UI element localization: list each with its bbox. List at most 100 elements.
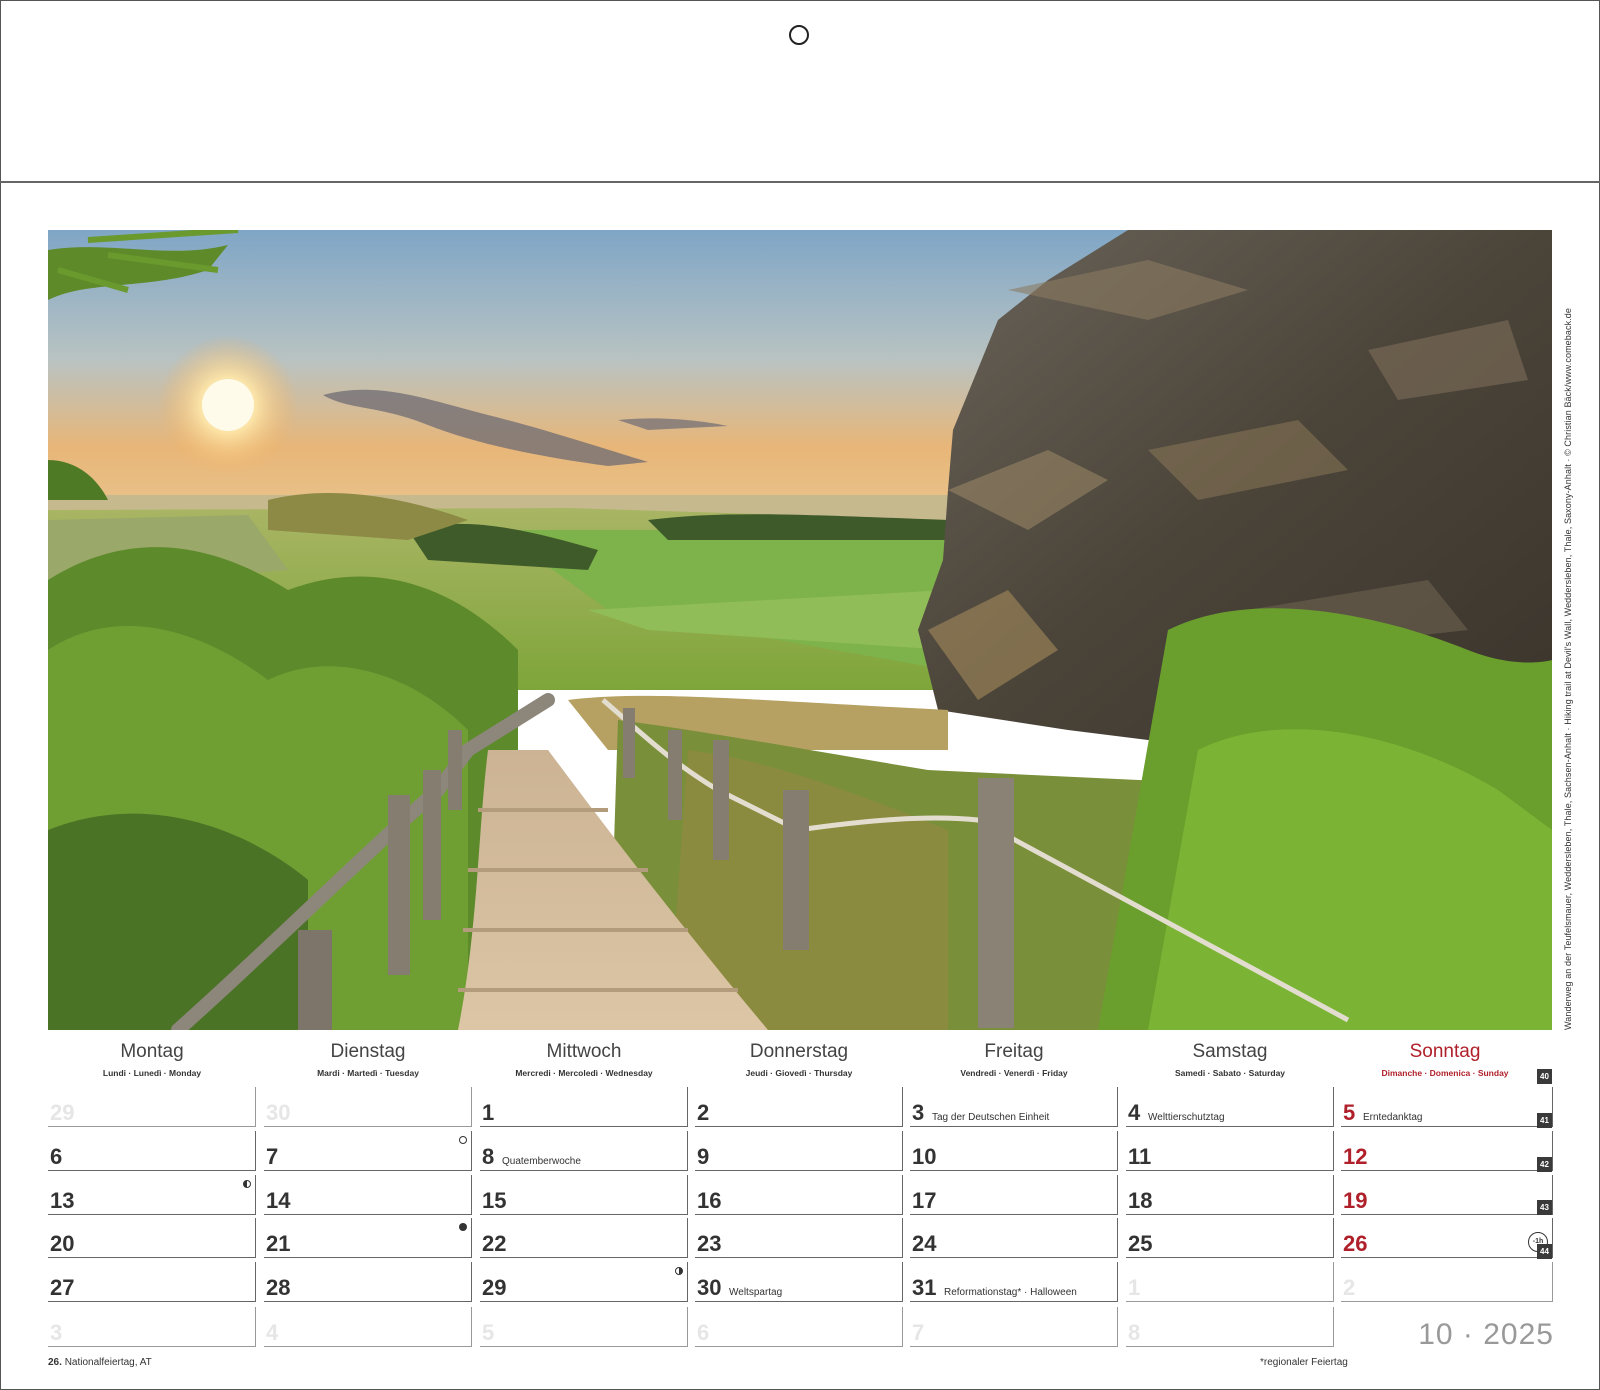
week-number-badge: 41: [1537, 1113, 1552, 1128]
day-cell[interactable]: 14: [264, 1175, 472, 1215]
day-number: 31: [912, 1275, 937, 1300]
footnote-holiday: 26. Nationalfeiertag, AT: [48, 1357, 152, 1368]
weekday-name: Dienstag: [330, 1041, 406, 1062]
weekday-name: Donnerstag: [749, 1041, 849, 1062]
day-number: 17: [912, 1188, 937, 1213]
day-cell[interactable]: 15: [480, 1175, 688, 1215]
day-cell[interactable]: 20: [48, 1218, 256, 1258]
day-number: 2: [1343, 1275, 1356, 1300]
day-cell[interactable]: 27: [48, 1262, 256, 1302]
moon-new-icon: [459, 1223, 467, 1231]
day-cell[interactable]: 19 42: [1341, 1157, 1553, 1215]
week-number-badge: 42: [1537, 1157, 1552, 1172]
weekday-header: Samstag Samedi · Sabato · Saturday: [1126, 1040, 1334, 1078]
weekday-header: Donnerstag Jeudi · Giovedì · Thursday: [695, 1040, 903, 1078]
weekday-translations: Lundi · Lunedì · Monday: [102, 1068, 202, 1078]
day-cell[interactable]: 18: [1126, 1175, 1334, 1215]
day-cell[interactable]: 23: [695, 1218, 903, 1258]
day-number: 4: [266, 1320, 279, 1345]
day-number: 2: [697, 1100, 710, 1125]
weekday-header: Dienstag Mardi · Martedì · Tuesday: [264, 1040, 472, 1078]
moon-first-icon: [675, 1267, 683, 1275]
day-cell[interactable]: 1: [480, 1087, 688, 1127]
weekday-header: Montag Lundi · Lunedì · Monday: [48, 1040, 256, 1078]
day-cell[interactable]: 5: [480, 1307, 688, 1347]
weekday-name: Mittwoch: [546, 1041, 622, 1062]
day-number: 4: [1128, 1100, 1141, 1125]
weekday-header: Mittwoch Mercredi · Mercoledì · Wednesday: [480, 1040, 688, 1078]
day-cell[interactable]: 4: [264, 1307, 472, 1347]
day-cell[interactable]: 6: [695, 1307, 903, 1347]
weekday-translations: Mardi · Martedì · Tuesday: [317, 1068, 419, 1078]
day-note: Reformationstag* · Halloween: [944, 1287, 1077, 1298]
day-number: 28: [266, 1275, 291, 1300]
day-cell[interactable]: 25: [1126, 1218, 1334, 1258]
day-number: 6: [50, 1144, 63, 1169]
day-cell[interactable]: 29: [48, 1087, 256, 1127]
day-number: 8: [1128, 1320, 1141, 1345]
day-cell[interactable]: 26 -1h 43: [1341, 1200, 1553, 1258]
day-number: 27: [50, 1275, 75, 1300]
day-number: 18: [1128, 1188, 1153, 1213]
footnote-day: 26.: [48, 1357, 62, 1368]
day-cell[interactable]: 1: [1126, 1262, 1334, 1302]
day-note: Erntedanktag: [1363, 1112, 1423, 1123]
day-number: 29: [50, 1100, 75, 1125]
day-cell[interactable]: 4 Welttierschutztag: [1126, 1087, 1334, 1127]
day-cell[interactable]: 30 Weltspartag: [695, 1262, 903, 1302]
day-cell[interactable]: 24: [910, 1218, 1118, 1258]
day-cell[interactable]: 21: [264, 1218, 472, 1258]
day-number: 14: [266, 1188, 291, 1213]
day-number: 7: [912, 1320, 925, 1345]
weekday-translations: Jeudi · Giovedì · Thursday: [745, 1068, 853, 1078]
day-cell[interactable]: 5 Erntedanktag 40: [1341, 1069, 1553, 1127]
moon-full-icon: [459, 1136, 467, 1144]
day-number: 10: [912, 1144, 937, 1169]
hanging-strip: [0, 0, 1600, 183]
day-cell[interactable]: 8 Quatemberwoche: [480, 1131, 688, 1171]
day-cell[interactable]: 13: [48, 1175, 256, 1215]
day-number: 9: [697, 1144, 710, 1169]
day-number: 30: [266, 1100, 291, 1125]
day-cell[interactable]: 2: [695, 1087, 903, 1127]
day-number: 26: [1343, 1231, 1368, 1256]
weekday-translations: Mercredi · Mercoledì · Wednesday: [515, 1068, 653, 1078]
day-cell[interactable]: 2 44: [1341, 1244, 1553, 1302]
day-note: Welttierschutztag: [1148, 1112, 1225, 1123]
day-cell[interactable]: 31 Reformationstag* · Halloween: [910, 1262, 1118, 1302]
day-number: 16: [697, 1188, 722, 1213]
day-cell[interactable]: 29: [480, 1262, 688, 1302]
day-cell[interactable]: 16: [695, 1175, 903, 1215]
day-cell[interactable]: 22: [480, 1218, 688, 1258]
day-number: 12: [1343, 1144, 1368, 1169]
day-cell[interactable]: 10: [910, 1131, 1118, 1171]
day-note: Quatemberwoche: [502, 1156, 581, 1167]
day-number: 1: [482, 1100, 495, 1125]
day-number: 5: [482, 1320, 495, 1345]
weekday-translations: Dimanche · Domenica · Sunday: [1381, 1068, 1509, 1078]
day-number: 19: [1343, 1188, 1368, 1213]
day-note: Weltspartag: [729, 1287, 783, 1298]
day-number: 6: [697, 1320, 710, 1345]
day-cell[interactable]: 3 Tag der Deutschen Einheit: [910, 1087, 1118, 1127]
week-number-badge: 44: [1537, 1244, 1552, 1259]
day-cell[interactable]: 12 41: [1341, 1113, 1553, 1171]
day-cell[interactable]: 6: [48, 1131, 256, 1171]
landscape-photo: [48, 230, 1552, 1030]
day-cell[interactable]: 11: [1126, 1131, 1334, 1171]
weekday-header: Freitag Vendredi · Venerdì · Friday: [910, 1040, 1118, 1078]
day-cell[interactable]: 7: [264, 1131, 472, 1171]
day-cell[interactable]: 7: [910, 1307, 1118, 1347]
day-number: 13: [50, 1188, 75, 1213]
day-cell[interactable]: 9: [695, 1131, 903, 1171]
day-cell[interactable]: 17: [910, 1175, 1118, 1215]
weekday-translations: Samedi · Sabato · Saturday: [1174, 1068, 1286, 1078]
footnote-regional: *regionaler Feiertag: [1260, 1357, 1348, 1368]
weekday-translations: Vendredi · Venerdì · Friday: [960, 1068, 1068, 1078]
day-number: 15: [482, 1188, 507, 1213]
day-cell[interactable]: 8: [1126, 1307, 1334, 1347]
day-cell[interactable]: 30: [264, 1087, 472, 1127]
day-cell[interactable]: 3: [48, 1307, 256, 1347]
day-cell[interactable]: 28: [264, 1262, 472, 1302]
day-note: Tag der Deutschen Einheit: [932, 1112, 1050, 1123]
